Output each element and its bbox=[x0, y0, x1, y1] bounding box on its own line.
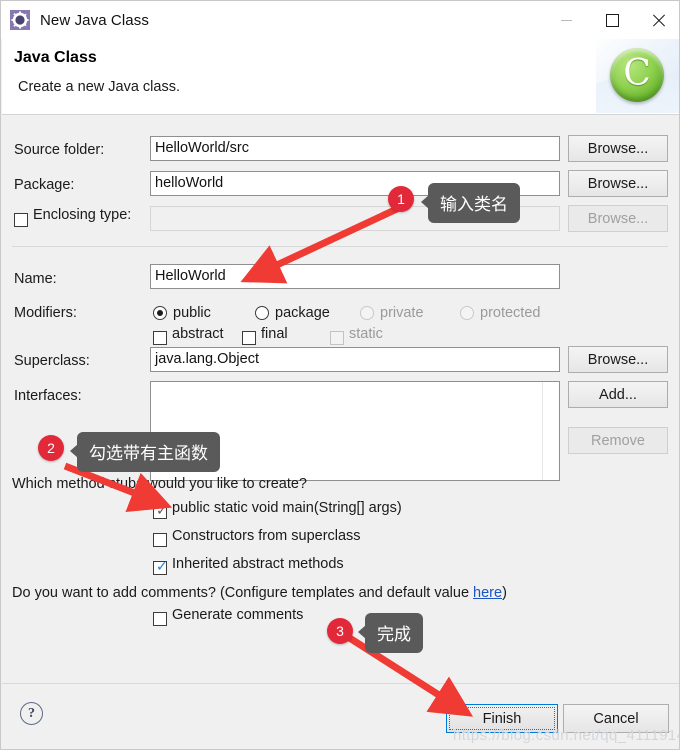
minimize-button[interactable] bbox=[543, 1, 589, 39]
interfaces-label: Interfaces: bbox=[14, 388, 82, 404]
modifier-label-package: package bbox=[275, 305, 330, 321]
modifier-label-static: static bbox=[349, 326, 383, 342]
modifier-checkbox-final[interactable] bbox=[242, 331, 256, 345]
interfaces-list[interactable] bbox=[150, 381, 560, 481]
maximize-button[interactable] bbox=[589, 1, 635, 39]
enclosing-type-checkbox[interactable] bbox=[14, 213, 28, 227]
title-bar: New Java Class bbox=[1, 1, 679, 39]
modifier-radio-protected bbox=[460, 306, 474, 320]
modifier-checkbox-static bbox=[330, 331, 344, 345]
page-title: Java Class bbox=[14, 49, 97, 66]
interfaces-remove-button: Remove bbox=[568, 427, 668, 454]
package-label: Package: bbox=[14, 177, 75, 193]
package-browse-button[interactable]: Browse... bbox=[568, 170, 668, 197]
section-divider-1 bbox=[12, 246, 668, 247]
modifier-label-protected: protected bbox=[480, 305, 541, 321]
interfaces-add-button[interactable]: Add... bbox=[568, 381, 668, 408]
stub-checkbox-main[interactable]: ✓ bbox=[153, 504, 168, 519]
stub-checkbox-inherited[interactable]: ✓ bbox=[153, 560, 168, 575]
name-label: Name: bbox=[14, 271, 57, 287]
modifier-label-public: public bbox=[173, 305, 211, 321]
enclosing-type-browse-button: Browse... bbox=[568, 205, 668, 232]
comments-question-prefix: Do you want to add comments? (Configure … bbox=[12, 585, 474, 601]
interfaces-list-scrollbar[interactable] bbox=[542, 382, 559, 480]
c-logo-letter: C bbox=[623, 53, 651, 94]
comments-question-suffix: ) bbox=[502, 585, 507, 601]
modifier-radio-public[interactable] bbox=[153, 306, 167, 320]
generate-comments-checkbox[interactable] bbox=[153, 612, 167, 626]
stub-label-main: public static void main(String[] args) bbox=[172, 500, 402, 516]
enclosing-type-label: Enclosing type: bbox=[33, 207, 132, 223]
stub-label-inherited: Inherited abstract methods bbox=[172, 556, 344, 572]
modifier-radio-private bbox=[360, 306, 374, 320]
source-folder-label: Source folder: bbox=[14, 142, 105, 158]
new-java-class-dialog: New Java Class Java Class Create a new J… bbox=[0, 0, 680, 750]
configure-templates-link[interactable]: here bbox=[473, 585, 502, 601]
wizard-content: Source folder: HelloWorld/src Browse... … bbox=[2, 115, 679, 683]
page-subtitle: Create a new Java class. bbox=[18, 79, 180, 95]
comments-question: Do you want to add comments? (Configure … bbox=[12, 585, 507, 601]
modifier-checkbox-abstract[interactable] bbox=[153, 331, 167, 345]
java-class-wizard-icon bbox=[10, 10, 30, 30]
superclass-browse-button[interactable]: Browse... bbox=[568, 346, 668, 373]
window-controls bbox=[543, 1, 679, 39]
green-c-logo-icon: C bbox=[610, 48, 664, 102]
superclass-label: Superclass: bbox=[14, 353, 90, 369]
modifiers-label: Modifiers: bbox=[14, 305, 77, 321]
wizard-banner: C bbox=[596, 39, 679, 113]
help-question-icon[interactable]: ? bbox=[20, 702, 43, 725]
class-name-input[interactable]: HelloWorld bbox=[150, 264, 560, 289]
source-folder-browse-button[interactable]: Browse... bbox=[568, 135, 668, 162]
modifier-label-final: final bbox=[261, 326, 288, 342]
stub-label-constructors: Constructors from superclass bbox=[172, 528, 361, 544]
modifier-label-abstract: abstract bbox=[172, 326, 224, 342]
source-folder-input[interactable]: HelloWorld/src bbox=[150, 136, 560, 161]
modifier-radio-package[interactable] bbox=[255, 306, 269, 320]
package-input[interactable]: helloWorld bbox=[150, 171, 560, 196]
modifier-label-private: private bbox=[380, 305, 424, 321]
method-stubs-question: Which method stubs would you like to cre… bbox=[12, 476, 307, 492]
generate-comments-label: Generate comments bbox=[172, 607, 304, 623]
window-title: New Java Class bbox=[40, 11, 149, 29]
watermark: https://blog.csdn.net/qq_41119146 bbox=[453, 727, 680, 744]
stub-checkbox-constructors[interactable] bbox=[153, 533, 167, 547]
enclosing-type-input bbox=[150, 206, 560, 231]
superclass-input[interactable]: java.lang.Object bbox=[150, 347, 560, 372]
close-button[interactable] bbox=[635, 1, 679, 39]
wizard-header: Java Class Create a new Java class. C bbox=[2, 39, 679, 115]
